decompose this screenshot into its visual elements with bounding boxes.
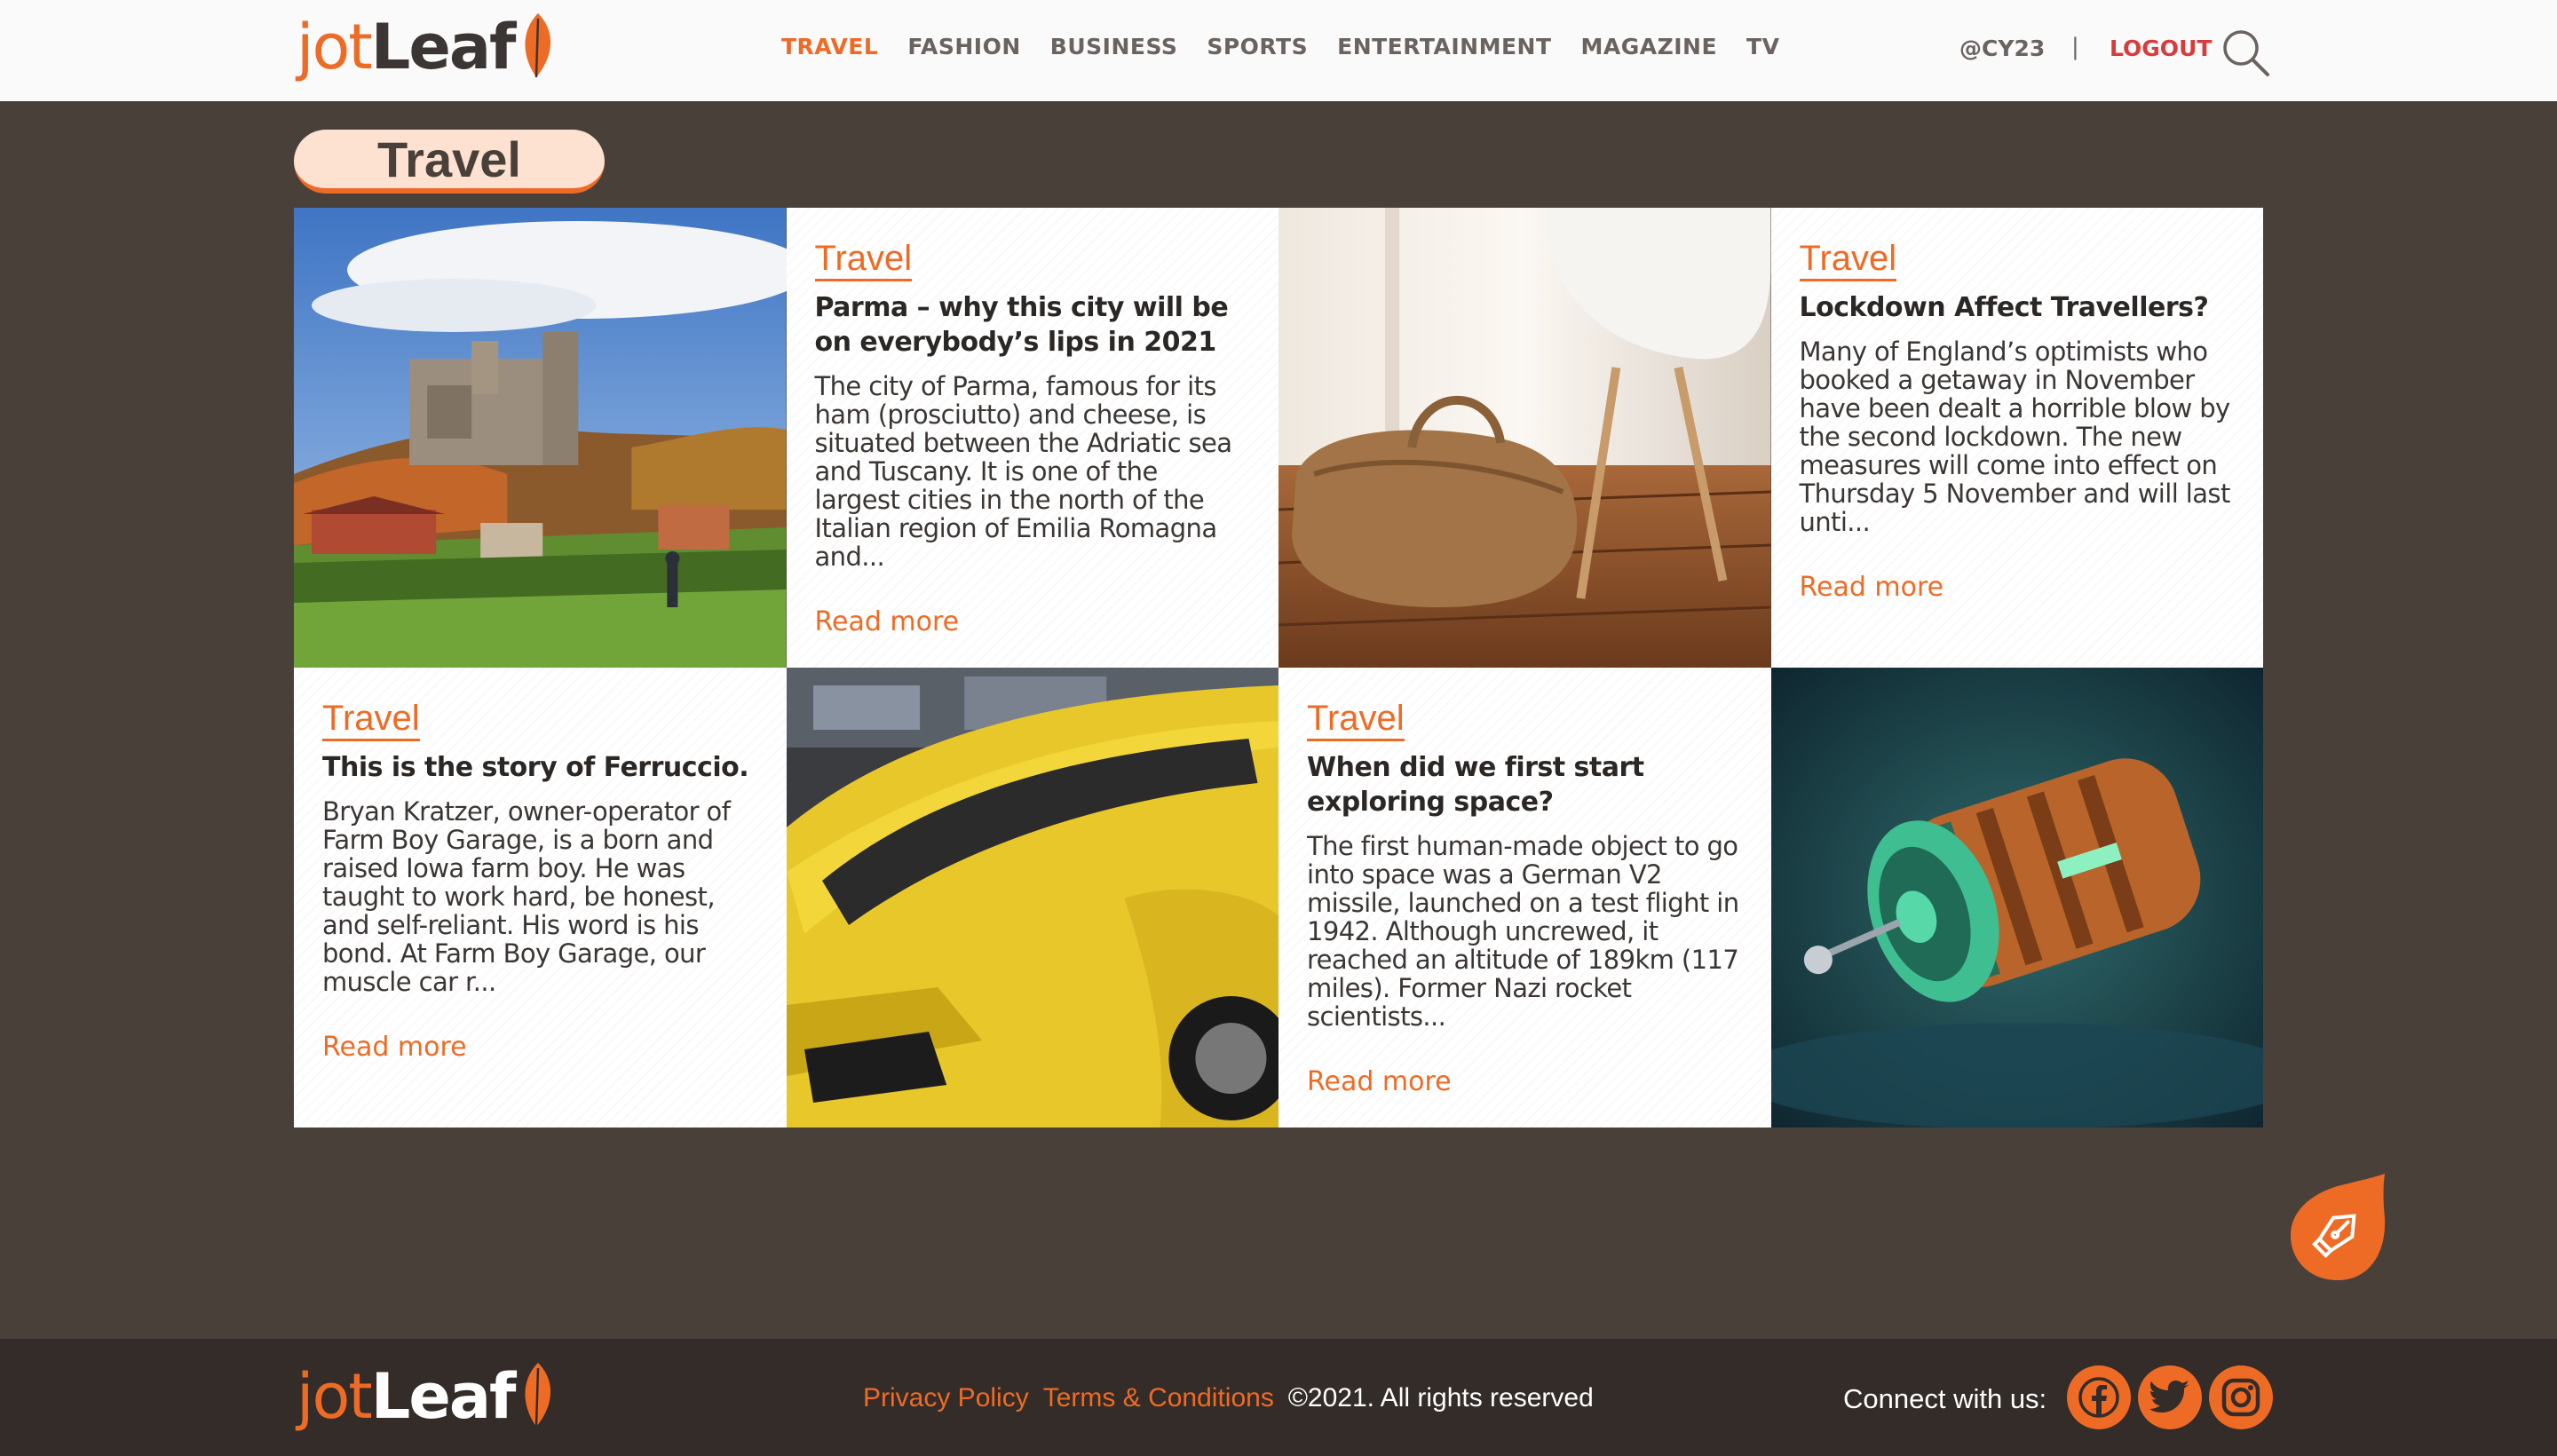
travel-bag-image[interactable] [1278, 208, 1771, 668]
pen-icon[interactable] [2287, 1174, 2388, 1286]
article-excerpt: Many of England’s optimists who booked a… [1799, 336, 2231, 537]
article-title[interactable]: This is the story of Ferruccio. [322, 750, 758, 785]
article-category[interactable]: Travel [1799, 240, 1897, 281]
social-links [2067, 1365, 2273, 1429]
article-card-ferruccio[interactable]: Travel This is the story of Ferruccio. B… [294, 668, 787, 1128]
yellow-car-image[interactable] [786, 668, 1278, 1128]
main-nav: TRAVEL FASHION BUSINESS SPORTS ENTERTAIN… [781, 34, 1779, 59]
twitter-icon[interactable] [2138, 1365, 2202, 1429]
leaf-icon [524, 1363, 550, 1428]
article-excerpt: The first human-made object to go into s… [1307, 831, 1739, 1032]
site-footer: jot Leaf Privacy Policy Terms & Condition… [0, 1339, 2557, 1456]
logo-text-leaf: Leaf [370, 1360, 517, 1433]
section-title: Travel [377, 131, 521, 187]
castle-on-hill-image[interactable] [294, 208, 787, 668]
article-title[interactable]: Lockdown Affect Travellers? [1800, 290, 2236, 325]
nav-travel[interactable]: TRAVEL [781, 34, 878, 59]
leaf-icon [524, 13, 550, 78]
header-separator: | [2071, 34, 2079, 60]
terms-link[interactable]: Terms & Conditions [1043, 1383, 1274, 1413]
footer-logo[interactable]: jot Leaf [297, 1360, 558, 1433]
connect-label: Connect with us: [1843, 1383, 2047, 1414]
article-card-parma[interactable]: Travel Parma – why this city will be on … [786, 208, 1278, 668]
read-more-link[interactable]: Read more [1800, 572, 2236, 603]
logout-link[interactable]: LOGOUT [2110, 36, 2212, 61]
article-card-lockdown[interactable]: Travel Lockdown Affect Travellers? Many … [1770, 208, 2263, 668]
copyright-text: ©2021. All rights reserved [1287, 1383, 1594, 1412]
nav-fashion[interactable]: FASHION [907, 34, 1020, 59]
nav-tv[interactable]: TV [1746, 34, 1779, 59]
article-card-space[interactable]: Travel When did we first start exploring… [1278, 668, 1771, 1128]
spaceship-image[interactable] [1770, 668, 2263, 1128]
read-more-link[interactable]: Read more [322, 1032, 758, 1063]
user-handle[interactable]: @CY23 [1959, 36, 2045, 61]
logo-text-jot: jot [297, 1360, 373, 1433]
article-title[interactable]: When did we first start exploring space? [1307, 750, 1743, 819]
privacy-policy-link[interactable]: Privacy Policy [863, 1383, 1029, 1413]
read-more-link[interactable]: Read more [1307, 1066, 1743, 1097]
search-icon[interactable] [2220, 27, 2271, 78]
facebook-icon[interactable] [2067, 1365, 2131, 1429]
site-logo[interactable]: jot Leaf [297, 11, 558, 83]
logo-text-leaf: Leaf [370, 11, 517, 83]
article-excerpt: The city of Parma, famous for its ham (p… [814, 371, 1233, 572]
article-grid: Travel Parma – why this city will be on … [294, 208, 2263, 1128]
nav-entertainment[interactable]: ENTERTAINMENT [1337, 34, 1551, 59]
article-category[interactable]: Travel [322, 700, 420, 741]
nav-sports[interactable]: SPORTS [1207, 34, 1308, 59]
nav-business[interactable]: BUSINESS [1050, 34, 1178, 59]
logo-text-jot: jot [297, 11, 373, 83]
nav-magazine[interactable]: MAGAZINE [1581, 34, 1718, 59]
article-category[interactable]: Travel [814, 240, 913, 281]
footer-links: Privacy Policy Terms & Conditions ©2021.… [863, 1383, 1594, 1413]
article-category[interactable]: Travel [1307, 700, 1405, 741]
section-title-pill: Travel [294, 130, 605, 194]
instagram-icon[interactable] [2209, 1365, 2273, 1429]
site-header: jot Leaf TRAVEL FASHION BUSINESS SPORTS E… [0, 0, 2557, 101]
read-more-link[interactable]: Read more [815, 606, 1251, 637]
article-excerpt: Bryan Kratzer, owner-operator of Farm Bo… [322, 796, 731, 997]
article-title[interactable]: Parma – why this city will be on everybo… [815, 290, 1251, 360]
